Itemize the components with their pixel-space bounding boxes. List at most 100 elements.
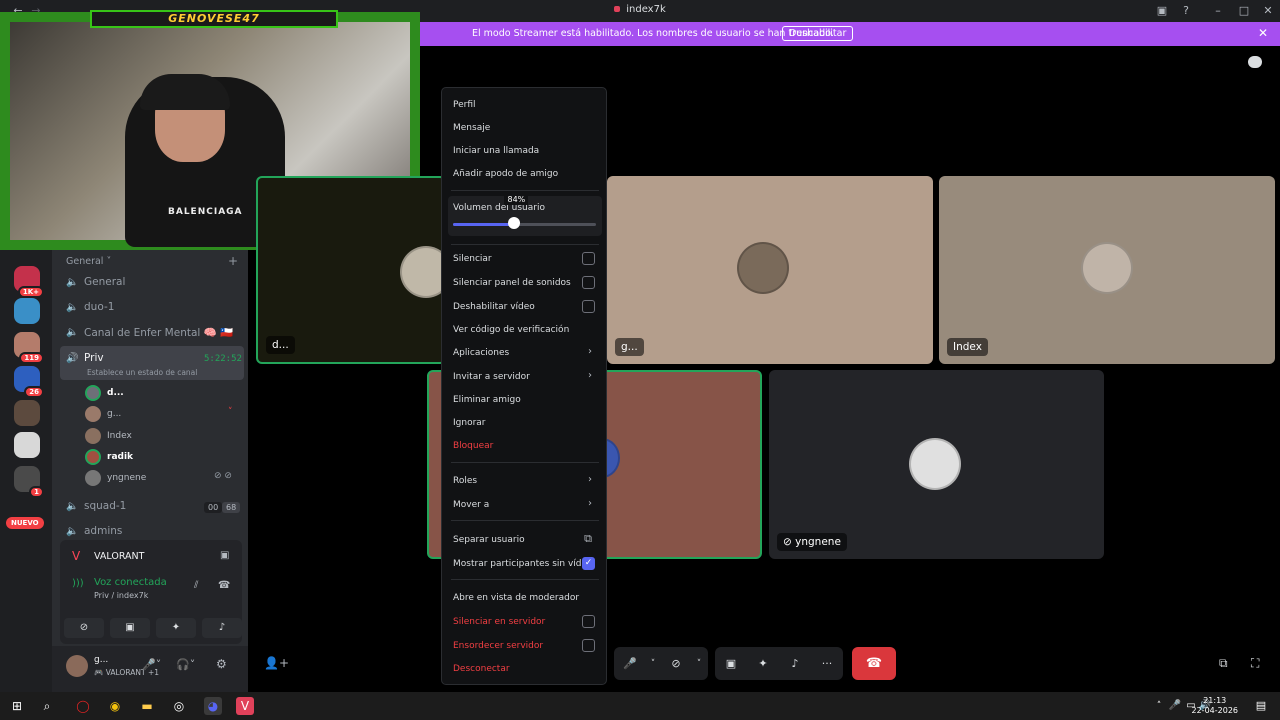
menu-item-popout[interactable]: Separar usuario — [453, 535, 525, 545]
menu-item-call[interactable]: Iniciar una llamada — [453, 146, 539, 156]
voice-user[interactable]: yngnene — [85, 470, 146, 486]
voice-location[interactable]: Priv / index7k — [94, 591, 148, 600]
screen-share-button[interactable]: ▣ — [110, 618, 150, 638]
disconnect-icon[interactable]: ☎ — [218, 580, 230, 591]
mute-checkbox[interactable] — [582, 252, 595, 265]
server-icon[interactable]: 26 — [14, 366, 44, 398]
server-icon[interactable]: 119 — [14, 332, 44, 364]
noise-suppression-icon[interactable]: ⫽ — [194, 580, 198, 591]
chrome-icon[interactable]: ◉ — [106, 697, 124, 715]
screen-share-icon[interactable]: ▣ — [715, 657, 747, 670]
show-no-video-checkbox[interactable]: ✓ — [582, 557, 595, 570]
video-tile[interactable]: ⊘ yngnene — [769, 370, 1104, 559]
menu-divider — [451, 244, 599, 245]
popout-icon[interactable]: ⧉ — [1219, 656, 1228, 671]
close-window-button[interactable]: ✕ — [1260, 3, 1276, 19]
valorant-icon[interactable]: V — [236, 697, 254, 715]
menu-item-message[interactable]: Mensaje — [453, 123, 490, 133]
invite-user-icon[interactable]: 👤+ — [264, 656, 289, 670]
menu-item-roles[interactable]: Roles — [453, 476, 477, 486]
opera-icon[interactable]: ◯ — [74, 697, 92, 715]
camera-off-icon[interactable]: ⊘ — [660, 657, 692, 670]
chat-icon[interactable] — [1248, 56, 1262, 68]
chevron-down-icon[interactable]: ˅ — [228, 407, 233, 417]
minimize-button[interactable]: – — [1210, 3, 1226, 19]
headphones-icon[interactable]: 🎧˅ — [176, 658, 195, 671]
signal-icon[interactable]: ))) — [72, 578, 84, 589]
microphone-icon[interactable]: 🎤 — [614, 657, 646, 670]
activities-icon[interactable]: ✦ — [747, 657, 779, 670]
voice-channel-priv[interactable]: 🔊 Priv — [66, 352, 104, 364]
username[interactable]: g... — [94, 655, 108, 665]
video-tile[interactable]: g... — [607, 176, 933, 364]
mute-soundboard-checkbox[interactable] — [582, 276, 595, 289]
video-tile[interactable]: Index — [939, 176, 1275, 364]
soundboard-icon[interactable]: ♪ — [779, 657, 811, 670]
inbox-icon[interactable]: ▣ — [1154, 3, 1170, 19]
folder-icon[interactable]: ▬ — [138, 697, 156, 715]
add-channel-icon[interactable]: + — [228, 254, 238, 268]
menu-item-invite[interactable]: Invitar a servidor — [453, 372, 530, 382]
video-tile[interactable]: d... — [256, 176, 446, 364]
menu-item-moderator-view[interactable]: Abre en vista de moderador — [453, 593, 579, 603]
channel-status[interactable]: Establece un estado de canal — [87, 368, 197, 377]
volume-slider[interactable] — [453, 223, 596, 226]
menu-item-disable-video[interactable]: Deshabilitar vídeo — [453, 302, 535, 312]
voice-channel[interactable]: 🔈 squad-1 — [66, 500, 126, 512]
category-header[interactable]: General ˅ — [66, 256, 111, 267]
fullscreen-icon[interactable]: ⛶ — [1251, 656, 1259, 671]
voice-user[interactable]: g... — [85, 406, 121, 422]
search-icon[interactable]: ⌕ — [38, 697, 56, 715]
server-icon[interactable] — [14, 432, 40, 458]
menu-item-move[interactable]: Mover a — [453, 500, 489, 510]
gear-icon[interactable]: ⚙ — [216, 657, 227, 671]
camera-off-button[interactable]: ⊘ — [64, 618, 104, 638]
voice-user[interactable]: d... — [85, 385, 124, 401]
menu-item-verification[interactable]: Ver código de verificación — [453, 325, 569, 335]
menu-item-show-no-video[interactable]: Mostrar participantes sin vídeo — [453, 559, 593, 569]
menu-item-ignore[interactable]: Ignorar — [453, 418, 486, 428]
menu-item-mute[interactable]: Silenciar — [453, 254, 492, 264]
voice-channel[interactable]: 🔈 admins — [66, 525, 122, 537]
microphone-icon[interactable]: 🎤˅ — [142, 658, 161, 671]
soundboard-button[interactable]: ♪ — [202, 618, 242, 638]
menu-item-profile[interactable]: Perfil — [453, 100, 476, 110]
obs-icon[interactable]: ◎ — [170, 697, 188, 715]
chevron-down-icon[interactable]: ˅ — [692, 659, 706, 669]
activities-button[interactable]: ✦ — [156, 618, 196, 638]
voice-channel[interactable]: 🔈 duo-1 — [66, 301, 114, 313]
chevron-down-icon[interactable]: ˅ — [646, 659, 660, 669]
disable-video-checkbox[interactable] — [582, 300, 595, 313]
discord-icon[interactable]: ◕ — [204, 697, 222, 715]
help-icon[interactable]: ? — [1178, 3, 1194, 19]
more-icon[interactable]: ··· — [811, 657, 843, 670]
menu-item-disconnect[interactable]: Desconectar — [453, 664, 510, 674]
clock[interactable]: 21:13 22-04-2026 — [1192, 696, 1239, 716]
maximize-button[interactable]: □ — [1236, 3, 1252, 19]
close-icon[interactable]: ✕ — [1258, 26, 1268, 40]
notifications-icon[interactable]: ▤ — [1252, 697, 1270, 715]
menu-item-remove-friend[interactable]: Eliminar amigo — [453, 395, 521, 405]
disconnect-call-button[interactable]: ☎ — [852, 647, 896, 680]
disable-streamer-button[interactable]: Deshabilitar — [782, 26, 854, 41]
menu-item-mute-soundboard[interactable]: Silenciar panel de sonidos — [453, 278, 571, 288]
menu-item-server-mute[interactable]: Silenciar en servidor — [453, 617, 545, 627]
server-icon[interactable]: 1K+ — [14, 266, 44, 298]
server-mute-checkbox[interactable] — [582, 615, 595, 628]
menu-item-server-deafen[interactable]: Ensordecer servidor — [453, 641, 543, 651]
avatar[interactable] — [66, 655, 88, 677]
voice-channel[interactable]: 🔈 Canal de Enfer Mental 🧠 🇨🇱 — [66, 326, 233, 339]
server-icon[interactable] — [14, 400, 40, 426]
voice-channel[interactable]: 🔈 General — [66, 276, 125, 288]
menu-item-block[interactable]: Bloquear — [453, 441, 493, 451]
server-icon[interactable] — [14, 298, 40, 324]
menu-item-apps[interactable]: Aplicaciones — [453, 348, 509, 358]
voice-user[interactable]: Index — [85, 428, 132, 444]
menu-item-nickname[interactable]: Añadir apodo de amigo — [453, 169, 558, 179]
voice-user[interactable]: radik — [85, 449, 133, 465]
stream-game-icon[interactable]: ▣ — [220, 550, 229, 561]
voice-status[interactable]: Voz conectada — [94, 577, 167, 588]
server-icon[interactable]: 1 — [14, 466, 44, 498]
windows-start-icon[interactable]: ⊞ — [8, 697, 26, 715]
server-deafen-checkbox[interactable] — [582, 639, 595, 652]
